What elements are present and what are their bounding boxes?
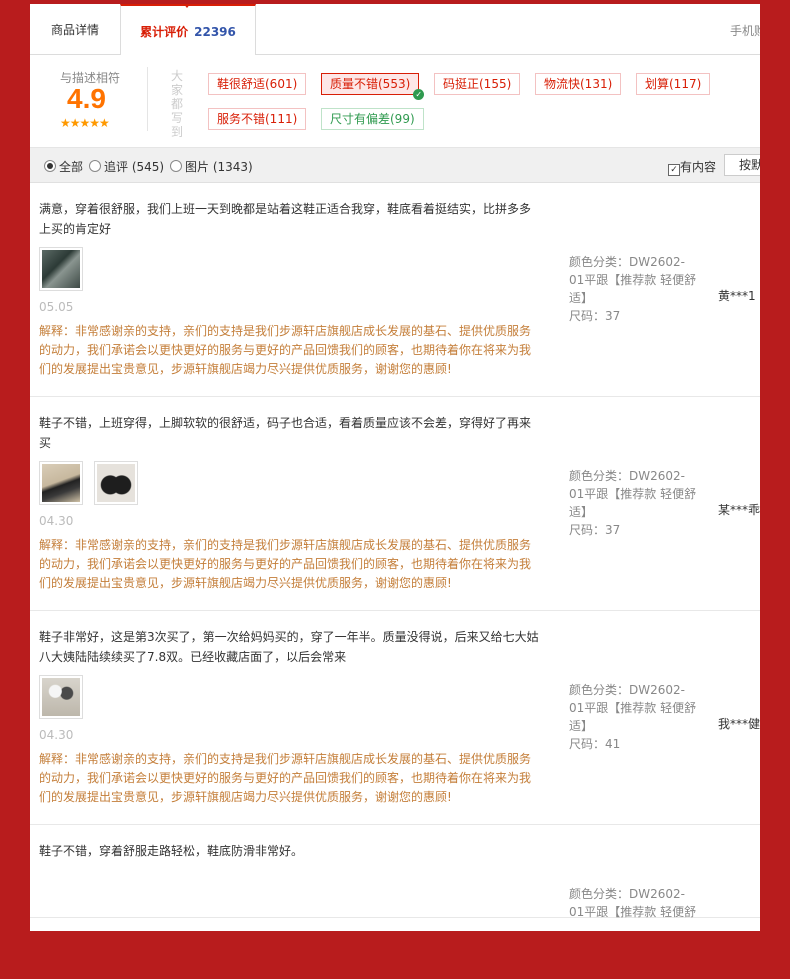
- tag-fast-shipping[interactable]: 物流快(131): [535, 73, 622, 95]
- sku-size: 尺码：37: [569, 309, 621, 323]
- tab-reviews[interactable]: 累计评价 22396: [120, 4, 256, 55]
- filter-all-label: 全部: [59, 160, 84, 174]
- sku-color: 颜色分类：DW2602-01平跟【推荐款 轻便舒: [569, 887, 697, 919]
- sku-color: 颜色分类：DW2602-01平跟【推荐款 轻便舒适】: [569, 255, 697, 305]
- review-photo[interactable]: [94, 461, 138, 505]
- shoe-photo: [97, 464, 135, 502]
- filter-images[interactable]: 图片 (1343): [170, 158, 253, 175]
- review-item: 鞋子不错，上班穿得，上脚软软的很舒适，码子也合适，看着质量应该不会差，穿得好了再…: [30, 397, 760, 611]
- radio-icon: [89, 160, 101, 172]
- shoe-photo: [42, 250, 80, 288]
- review-date: 05.05: [39, 300, 74, 314]
- sku-info: 颜色分类：DW2602-01平跟【推荐款 轻便舒适】 尺码：41: [569, 681, 699, 753]
- sku-info: 颜色分类：DW2602-01平跟【推荐款 轻便舒适】 尺码：37: [569, 467, 699, 539]
- tag-good-service[interactable]: 服务不错(111): [208, 108, 307, 130]
- cat-photo: [42, 678, 80, 716]
- tag-good-value[interactable]: 划算(117): [636, 73, 711, 95]
- seller-reply: 解释：非常感谢亲的支持，亲们的支持是我们步源轩店旗舰店成长发展的基石、提供优质服…: [39, 752, 532, 804]
- active-tab-pointer: [183, 4, 191, 8]
- reviewer-name: 某***乖: [718, 503, 760, 517]
- sku-color: 颜色分类：DW2602-01平跟【推荐款 轻便舒适】: [569, 683, 697, 733]
- reviewer-name: 黄***1: [718, 289, 756, 303]
- review-date: 04.30: [39, 728, 74, 742]
- filter-images-label: 图片 (1343): [185, 160, 253, 174]
- has-content-label: 有内容: [680, 160, 717, 174]
- review-photo[interactable]: [39, 461, 83, 505]
- sort-dropdown[interactable]: 按默: [724, 154, 760, 176]
- review-text: 满意，穿着很舒服，我们上班一天到晚都是站着这鞋正适合我穿，鞋底看着挺结实，比拼多…: [39, 202, 532, 236]
- filter-followup[interactable]: 追评 (545): [89, 158, 164, 175]
- checkbox-checked-icon: ✓: [668, 164, 680, 176]
- sku-color: 颜色分类：DW2602-01平跟【推荐款 轻便舒适】: [569, 469, 697, 519]
- selected-check-icon: ✓: [413, 89, 425, 100]
- review-item: 鞋子不错，穿着舒服走路轻松，鞋底防滑非常好。 颜色分类：DW2602-01平跟【…: [30, 825, 760, 921]
- tab-reviews-count: 22396: [194, 25, 236, 39]
- rating-score: 4.9: [67, 83, 106, 114]
- review-text: 鞋子不错，上班穿得，上脚软软的很舒适，码子也合适，看着质量应该不会差，穿得好了再…: [39, 416, 532, 450]
- tag-size-deviation[interactable]: 尺寸有偏差(99): [321, 108, 424, 130]
- sku-size: 尺码：37: [569, 523, 621, 537]
- mobile-purchase-link[interactable]: 手机购: [730, 22, 760, 39]
- seller-reply: 解释：非常感谢亲的支持，亲们的支持是我们步源轩店旗舰店成长发展的基石、提供优质服…: [39, 538, 532, 590]
- radio-icon: [170, 160, 182, 172]
- review-item: 鞋子非常好，这是第3次买了，第一次给妈妈买的，穿了一年半。质量没得说，后来又给七…: [30, 611, 760, 825]
- sku-size: 尺码：41: [569, 737, 621, 751]
- review-photo[interactable]: [39, 247, 83, 291]
- review-text: 鞋子非常好，这是第3次买了，第一次给妈妈买的，穿了一年半。质量没得说，后来又给七…: [39, 630, 539, 664]
- filter-all[interactable]: 全部: [44, 158, 83, 175]
- tab-reviews-label: 累计评价: [140, 25, 189, 39]
- sku-info: 颜色分类：DW2602-01平跟【推荐款 轻便舒适】 尺码：37: [569, 253, 699, 325]
- review-photo[interactable]: [39, 675, 83, 719]
- shoe-photo: [42, 464, 80, 502]
- tags-heading: 大家都写到: [171, 69, 184, 139]
- radio-selected-icon: [44, 160, 56, 172]
- tag-good-quality[interactable]: 质量不错(553) ✓: [321, 73, 425, 100]
- review-panel: 商品详情 累计评价 22396 手机购 与描述相符 4.9 ★★★★★ 大家都写到…: [30, 4, 760, 931]
- sku-info: 颜色分类：DW2602-01平跟【推荐款 轻便舒: [569, 885, 699, 921]
- has-content-checkbox[interactable]: ✓ 有内容: [668, 158, 716, 176]
- review-item: 满意，穿着很舒服，我们上班一天到晚都是站着这鞋正适合我穿，鞋底看着挺结实，比拼多…: [30, 183, 760, 397]
- review-filter-bar: 全部 追评 (545) 图片 (1343) ✓ 有内容 按默: [30, 148, 760, 183]
- rating-stars-icon: ★★★★★: [60, 116, 110, 130]
- reviewer-name: 我***健: [718, 717, 760, 731]
- tag-size-accurate[interactable]: 码挺正(155): [434, 73, 521, 95]
- tab-bar: 商品详情 累计评价 22396 手机购: [30, 4, 760, 55]
- divider: [147, 67, 148, 131]
- review-text: 鞋子不错，穿着舒服走路轻松，鞋底防滑非常好。: [39, 844, 304, 858]
- review-date: 04.30: [39, 514, 74, 528]
- tag-comfortable[interactable]: 鞋很舒适(601): [208, 73, 307, 95]
- tag-good-quality-label: 质量不错(553): [330, 77, 411, 91]
- filter-followup-label: 追评 (545): [104, 160, 165, 174]
- rating-summary: 与描述相符 4.9 ★★★★★ 大家都写到 鞋很舒适(601) 质量不错(553…: [30, 55, 760, 148]
- seller-reply: 解释：非常感谢亲的支持，亲们的支持是我们步源轩店旗舰店成长发展的基石、提供优质服…: [39, 324, 532, 376]
- tab-product-details[interactable]: 商品详情: [30, 4, 120, 54]
